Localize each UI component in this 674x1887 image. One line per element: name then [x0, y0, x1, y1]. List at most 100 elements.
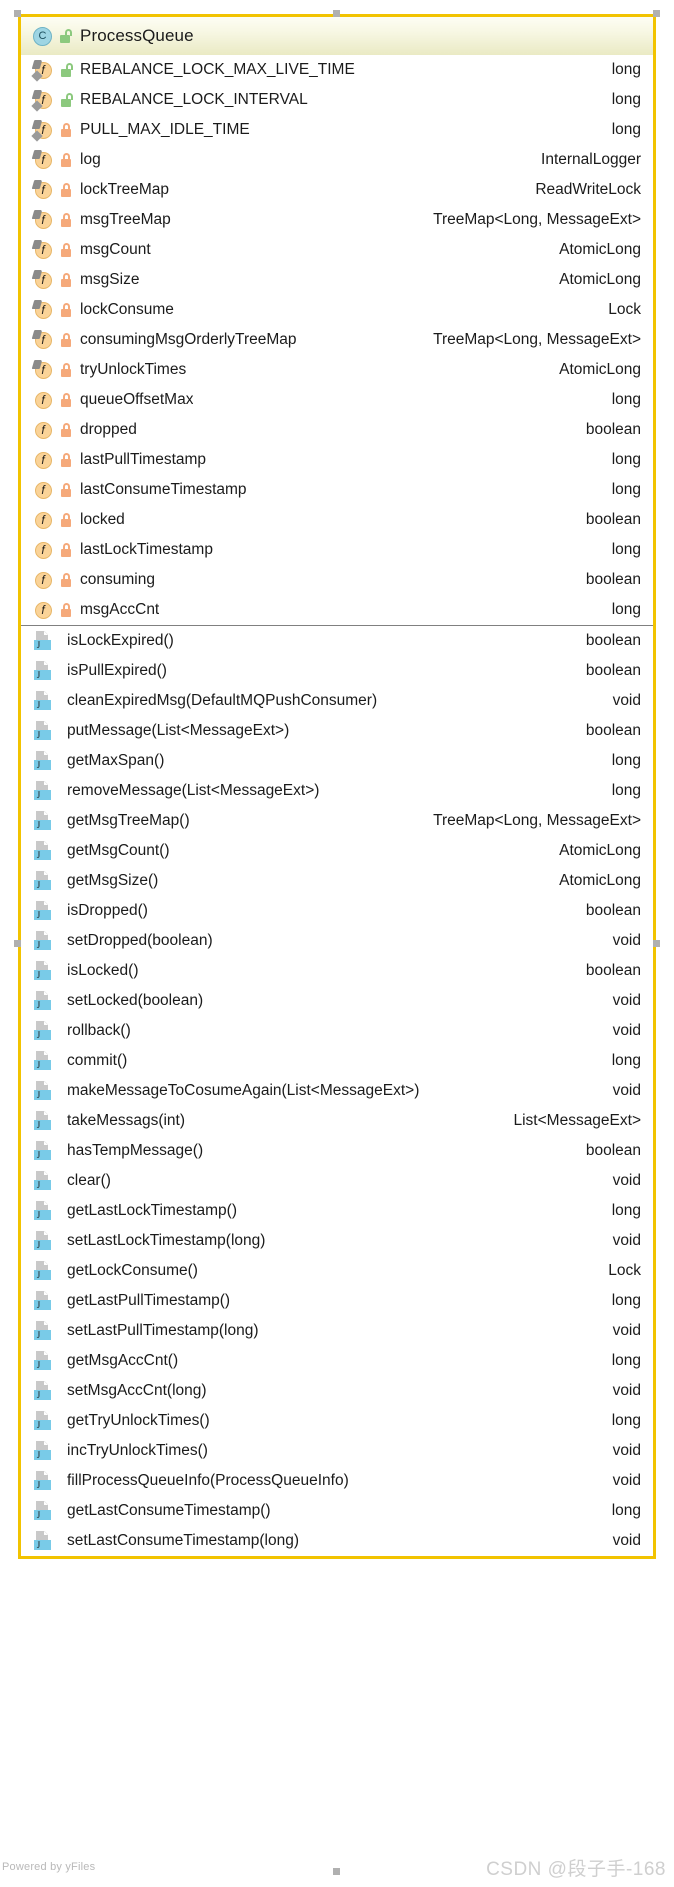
field-name: consumingMsgOrderlyTreeMap — [80, 331, 297, 348]
field-row[interactable]: f queueOffsetMax long — [21, 385, 653, 415]
field-row[interactable]: f lastConsumeTimestamp long — [21, 475, 653, 505]
method-icon: J — [33, 841, 53, 861]
selection-handle-middle-left[interactable] — [14, 940, 21, 947]
method-row[interactable]: JisDropped() boolean — [21, 896, 653, 926]
method-row[interactable]: JgetLastConsumeTimestamp() long — [21, 1496, 653, 1526]
field-row[interactable]: f msgCount AtomicLong — [21, 235, 653, 265]
method-row[interactable]: Jrollback() void — [21, 1016, 653, 1046]
method-row[interactable]: JincTryUnlockTimes() void — [21, 1436, 653, 1466]
field-row[interactable]: f PULL_MAX_IDLE_TIME long — [21, 115, 653, 145]
method-row[interactable]: JcleanExpiredMsg(DefaultMQPushConsumer) v… — [21, 686, 653, 716]
method-row[interactable]: JisLockExpired() boolean — [21, 626, 653, 656]
selection-handle-middle-right[interactable] — [653, 940, 660, 947]
method-row[interactable]: Jcommit() long — [21, 1046, 653, 1076]
method-row[interactable]: JremoveMessage(List<MessageExt>) long — [21, 776, 653, 806]
method-row[interactable]: JfillProcessQueueInfo(ProcessQueueInfo) v… — [21, 1466, 653, 1496]
method-row[interactable]: JtakeMessags(int) List<MessageExt> — [21, 1106, 653, 1136]
method-row[interactable]: JgetMsgTreeMap() TreeMap<Long, MessageExt… — [21, 806, 653, 836]
selection-handle-top-left[interactable] — [14, 10, 21, 17]
method-row[interactable]: JmakeMessageToCosumeAgain(List<MessageEx… — [21, 1076, 653, 1106]
operations-compartment: JisLockExpired() boolean JisPullExpired() b… — [21, 626, 653, 1556]
field-row[interactable]: f REBALANCE_LOCK_MAX_LIVE_TIME long — [21, 55, 653, 85]
method-return-type: long — [611, 1352, 641, 1369]
lock-icon — [60, 573, 72, 587]
field-type: boolean — [585, 571, 641, 588]
lock-icon — [60, 513, 72, 527]
field-row[interactable]: f REBALANCE_LOCK_INTERVAL long — [21, 85, 653, 115]
field-name: lastLockTimestamp — [80, 541, 213, 558]
method-return-type: void — [612, 1322, 641, 1339]
method-row[interactable]: JgetLastLockTimestamp() long — [21, 1196, 653, 1226]
method-return-type: long — [611, 1412, 641, 1429]
uml-class-node[interactable]: C ProcessQueue f REBALANCE_LOCK_MAX_LIVE_… — [18, 14, 656, 1559]
field-icon: f — [31, 180, 53, 199]
selection-handle-top-center[interactable] — [333, 10, 340, 17]
method-row[interactable]: Jclear() void — [21, 1166, 653, 1196]
field-row[interactable]: f consuming boolean — [21, 565, 653, 595]
method-icon: J — [33, 1441, 53, 1461]
field-name: PULL_MAX_IDLE_TIME — [80, 121, 250, 138]
field-icon: f — [31, 90, 53, 112]
field-row[interactable]: f msgSize AtomicLong — [21, 265, 653, 295]
field-row[interactable]: f tryUnlockTimes AtomicLong — [21, 355, 653, 385]
method-row[interactable]: JgetLastPullTimestamp() long — [21, 1286, 653, 1316]
method-row[interactable]: JsetLastLockTimestamp(long) void — [21, 1226, 653, 1256]
field-icon: f — [31, 360, 53, 379]
field-name: dropped — [80, 421, 137, 438]
method-row[interactable]: JisPullExpired() boolean — [21, 656, 653, 686]
method-row[interactable]: JhasTempMessage() boolean — [21, 1136, 653, 1166]
method-return-type: boolean — [585, 962, 641, 979]
method-name: getLastPullTimestamp() — [67, 1292, 231, 1309]
method-row[interactable]: JgetTryUnlockTimes() long — [21, 1406, 653, 1436]
method-icon: J — [33, 811, 53, 831]
method-row[interactable]: JgetMsgCount() AtomicLong — [21, 836, 653, 866]
method-row[interactable]: JsetLocked(boolean) void — [21, 986, 653, 1016]
method-return-type: void — [612, 1082, 641, 1099]
method-icon: J — [33, 1531, 53, 1551]
method-icon: J — [33, 1501, 53, 1521]
field-type: AtomicLong — [559, 271, 641, 288]
selection-handle-bottom-center[interactable] — [333, 1868, 340, 1875]
method-row[interactable]: JisLocked() boolean — [21, 956, 653, 986]
class-icon-letter: C — [38, 30, 47, 42]
method-row[interactable]: JgetMsgAccCnt() long — [21, 1346, 653, 1376]
method-row[interactable]: JgetMaxSpan() long — [21, 746, 653, 776]
method-return-type: long — [611, 1202, 641, 1219]
method-name: setMsgAccCnt(long) — [67, 1382, 207, 1399]
field-row[interactable]: f lastLockTimestamp long — [21, 535, 653, 565]
field-type: boolean — [585, 421, 641, 438]
method-name: putMessage(List<MessageExt>) — [67, 722, 290, 739]
method-row[interactable]: JgetMsgSize() AtomicLong — [21, 866, 653, 896]
field-row[interactable]: f dropped boolean — [21, 415, 653, 445]
method-row[interactable]: JgetLockConsume() Lock — [21, 1256, 653, 1286]
field-row[interactable]: f consumingMsgOrderlyTreeMap TreeMap<Long,… — [21, 325, 653, 355]
attributes-compartment: f REBALANCE_LOCK_MAX_LIVE_TIME long f REBALA… — [21, 55, 653, 625]
field-row[interactable]: f lastPullTimestamp long — [21, 445, 653, 475]
method-icon: J — [33, 1291, 53, 1311]
method-return-type: long — [611, 752, 641, 769]
method-row[interactable]: JsetLastConsumeTimestamp(long) void — [21, 1526, 653, 1556]
field-row[interactable]: f lockTreeMap ReadWriteLock — [21, 175, 653, 205]
method-name: getLastLockTimestamp() — [67, 1202, 237, 1219]
selection-handle-top-right[interactable] — [653, 10, 660, 17]
method-row[interactable]: JputMessage(List<MessageExt>) boolean — [21, 716, 653, 746]
field-row[interactable]: f lockConsume Lock — [21, 295, 653, 325]
field-icon: f — [31, 60, 53, 82]
method-name: getMsgCount() — [67, 842, 170, 859]
lock-icon — [60, 273, 72, 287]
method-row[interactable]: JsetLastPullTimestamp(long) void — [21, 1316, 653, 1346]
method-name: setLastConsumeTimestamp(long) — [67, 1532, 300, 1549]
field-row[interactable]: f msgAccCnt long — [21, 595, 653, 625]
field-type: TreeMap<Long, MessageExt> — [433, 211, 641, 228]
lock-icon — [60, 213, 72, 227]
method-icon: J — [33, 1111, 53, 1131]
field-row[interactable]: f log InternalLogger — [21, 145, 653, 175]
lock-icon — [60, 543, 72, 557]
field-icon: f — [33, 541, 53, 559]
method-row[interactable]: JsetDropped(boolean) void — [21, 926, 653, 956]
field-type: InternalLogger — [541, 151, 641, 168]
field-row[interactable]: f locked boolean — [21, 505, 653, 535]
method-row[interactable]: JsetMsgAccCnt(long) void — [21, 1376, 653, 1406]
class-header[interactable]: C ProcessQueue — [21, 17, 653, 55]
field-row[interactable]: f msgTreeMap TreeMap<Long, MessageExt> — [21, 205, 653, 235]
